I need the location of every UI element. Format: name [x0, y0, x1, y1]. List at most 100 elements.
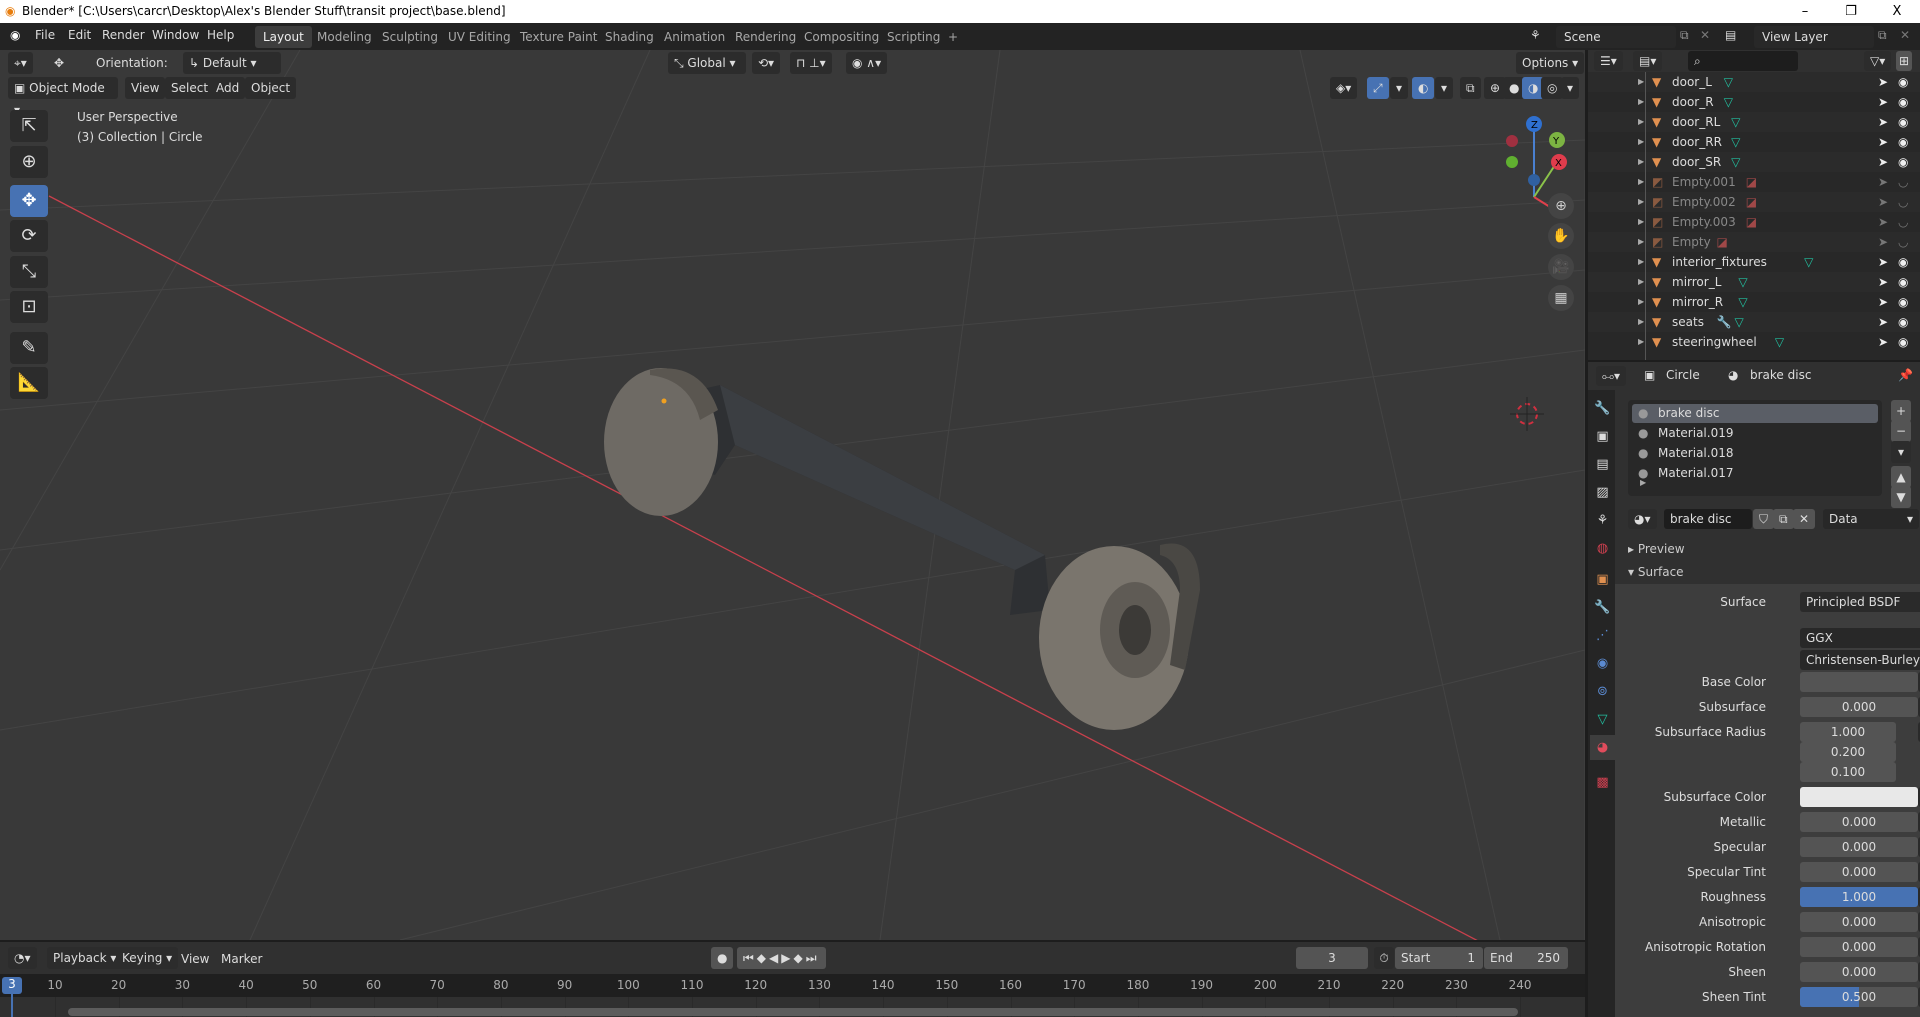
material-name-input[interactable]: brake disc [1664, 509, 1752, 529]
close-button[interactable]: X [1874, 0, 1920, 23]
physics-tab-icon[interactable]: ◉ [1590, 651, 1615, 676]
selectable-toggle-icon[interactable]: ➤ [1878, 152, 1888, 172]
selectable-toggle-icon[interactable]: ➤ [1878, 332, 1888, 352]
menu-select[interactable]: Select [165, 77, 215, 99]
outliner-item[interactable]: ▶ ▼ seats 🔧 ▽ ➤ ◉ [1588, 312, 1920, 332]
view-layer-tab-icon[interactable]: ▨ [1590, 480, 1615, 505]
surface-shader-selector[interactable]: Principled BSDF○ [1800, 592, 1920, 612]
annotate-tool-icon[interactable]: ✎ [10, 332, 48, 364]
gizmo-dropdown-icon[interactable]: ▾ [1390, 77, 1409, 99]
transform-tool-icon[interactable]: ⊡ [10, 291, 48, 323]
outliner-item[interactable]: ▶ ◩ Empty ◪ ➤ ◡ [1588, 232, 1920, 252]
mesh-data-icon[interactable]: ▽ [1731, 112, 1740, 132]
3d-viewport[interactable]: Z Y X ⌖▾ ✥ Orientation: ↳ Default ▾ ⤡ Gl… [0, 50, 1585, 940]
tab-sculpting[interactable]: Sculpting [374, 26, 446, 48]
mesh-data-icon[interactable]: ▽ [1775, 332, 1784, 352]
sheen-tint-field[interactable]: 0.500 [1800, 987, 1918, 1007]
anisotropic-field[interactable]: 0.000 [1800, 912, 1918, 932]
image-empty-data-icon[interactable]: ◪ [1746, 192, 1757, 212]
duplicate-material-icon[interactable]: ⧉ [1773, 509, 1794, 529]
playhead[interactable]: 3 [2, 977, 22, 994]
filter-view-icon[interactable]: ▤▾ [1633, 51, 1663, 71]
material-slot[interactable]: ● Material.017 [1632, 464, 1878, 483]
selectable-toggle-icon[interactable]: ➤ [1878, 132, 1888, 152]
outliner-search-input[interactable]: ⌕ [1688, 51, 1798, 71]
tab-texture-paint[interactable]: Texture Paint [512, 26, 605, 48]
tab-rendering[interactable]: Rendering [727, 26, 804, 48]
hidden-eye-icon[interactable]: ◡ [1898, 172, 1908, 192]
mesh-data-icon[interactable]: ▽ [1738, 272, 1747, 292]
selectable-toggle-icon[interactable]: ➤ [1878, 272, 1888, 292]
menu-file[interactable]: File [35, 28, 55, 42]
subsurface-radius-x-field[interactable]: 1.000 [1800, 722, 1896, 742]
expand-arrow-icon[interactable]: ▶ [1638, 332, 1644, 352]
eye-icon[interactable]: ◉ [1898, 152, 1908, 172]
scale-tool-icon[interactable]: ⤡ [10, 256, 48, 288]
zoom-view-icon[interactable]: ⊕ [1548, 193, 1574, 219]
ortho-toggle-icon[interactable]: ▦ [1548, 285, 1574, 311]
outliner-item[interactable]: ▶ ◩ Empty.002 ◪ ➤ ◡ [1588, 192, 1920, 212]
proportional-edit-icon[interactable]: ◉ ∧▾ [846, 52, 888, 74]
image-empty-data-icon[interactable]: ◪ [1746, 212, 1757, 232]
measure-tool-icon[interactable]: 📐 [10, 367, 48, 399]
menu-playback[interactable]: Playback ▾ [47, 947, 123, 969]
maximize-button[interactable]: ❐ [1828, 0, 1874, 23]
outliner-item[interactable]: ▶ ◩ Empty.001 ◪ ➤ ◡ [1588, 172, 1920, 192]
xray-toggle-icon[interactable]: ⧉ [1460, 77, 1481, 99]
view-layer-selector[interactable]: View Layer [1754, 26, 1874, 48]
overlay-toggle-icon[interactable]: ◐ [1412, 77, 1435, 99]
current-frame-field[interactable]: 3 [1296, 947, 1368, 969]
selectable-toggle-icon[interactable]: ➤ [1878, 232, 1888, 252]
eye-icon[interactable]: ◉ [1898, 132, 1908, 152]
select-tool-icon[interactable]: ⇱ [10, 110, 48, 142]
roughness-field[interactable]: 1.000 [1800, 887, 1918, 907]
brake-assembly-object[interactable] [604, 368, 1200, 730]
eye-icon[interactable]: ◉ [1898, 292, 1908, 312]
material-slot[interactable]: ● Material.018 [1632, 444, 1878, 463]
eye-icon[interactable]: ◉ [1898, 312, 1908, 332]
world-tab-icon[interactable]: ◍ [1590, 536, 1615, 561]
base-color-field[interactable] [1800, 672, 1918, 692]
scene-tab-icon[interactable]: ⚘ [1590, 508, 1615, 533]
subsurface-radius-z-field[interactable]: 0.100 [1800, 762, 1896, 782]
add-workspace-button[interactable]: + [940, 26, 966, 48]
editor-type-button[interactable]: ⌖▾ [8, 52, 33, 74]
hidden-eye-icon[interactable]: ◡ [1898, 232, 1908, 252]
mesh-data-icon[interactable]: ▽ [1731, 132, 1740, 152]
shading-dropdown-icon[interactable]: ▾ [1561, 77, 1580, 99]
playback-controls[interactable]: ⏮◆◀▶◆⏭ [737, 947, 826, 969]
mesh-data-icon[interactable]: ▽ [1804, 252, 1813, 272]
subsurface-field[interactable]: 0.000 [1800, 697, 1918, 717]
material-tab-icon[interactable]: ◕ [1590, 735, 1615, 760]
eye-icon[interactable]: ◉ [1898, 332, 1908, 352]
expand-arrow-icon[interactable]: ▶ [1638, 312, 1644, 332]
timeline-editor-type-icon[interactable]: ◔▾ [8, 947, 37, 969]
expand-arrow-icon[interactable]: ▶ [1638, 232, 1644, 252]
menu-marker[interactable]: Marker [221, 952, 262, 966]
image-empty-data-icon[interactable]: ◪ [1746, 172, 1757, 192]
mesh-data-icon[interactable]: ▽ [1724, 72, 1733, 92]
slot-specials-button[interactable]: ▾ [1891, 441, 1911, 463]
expand-list-icon[interactable]: ▶ [1640, 478, 1646, 487]
rotate-tool-icon[interactable]: ⟳ [10, 220, 48, 252]
expand-arrow-icon[interactable]: ▶ [1638, 112, 1644, 132]
scene-remove-icon[interactable]: ✕ [1700, 28, 1710, 42]
sheen-field[interactable]: 0.000 [1800, 962, 1918, 982]
expand-arrow-icon[interactable]: ▶ [1638, 192, 1644, 212]
tab-compositing[interactable]: Compositing [796, 26, 887, 48]
constraints-tab-icon[interactable]: ⊚ [1590, 679, 1615, 704]
image-empty-data-icon[interactable]: ◪ [1717, 232, 1728, 252]
tab-uv-editing[interactable]: UV Editing [440, 26, 519, 48]
link-dropdown[interactable]: Data ▾ [1823, 509, 1919, 529]
object-tab-icon[interactable]: ▣ [1590, 567, 1615, 592]
modifier-icon[interactable]: 🔧 [1717, 312, 1732, 332]
outliner-item[interactable]: ▶ ▼ door_L ▽ ➤ ◉ [1588, 72, 1920, 92]
camera-view-icon[interactable]: 🎥 [1548, 254, 1574, 280]
preview-range-icon[interactable]: ⏱ [1374, 947, 1394, 969]
output-tab-icon[interactable]: ▤ [1590, 452, 1615, 477]
outliner-item[interactable]: ▶ ▼ door_SR ▽ ➤ ◉ [1588, 152, 1920, 172]
menu-keying[interactable]: Keying ▾ [116, 947, 179, 969]
mode-dropdown[interactable]: ▣ Object Mode ▾ [8, 77, 118, 117]
transform-pivot-icon[interactable]: ✥ [48, 52, 70, 74]
gizmo-toggle-icon[interactable]: ⤢ [1367, 77, 1389, 99]
